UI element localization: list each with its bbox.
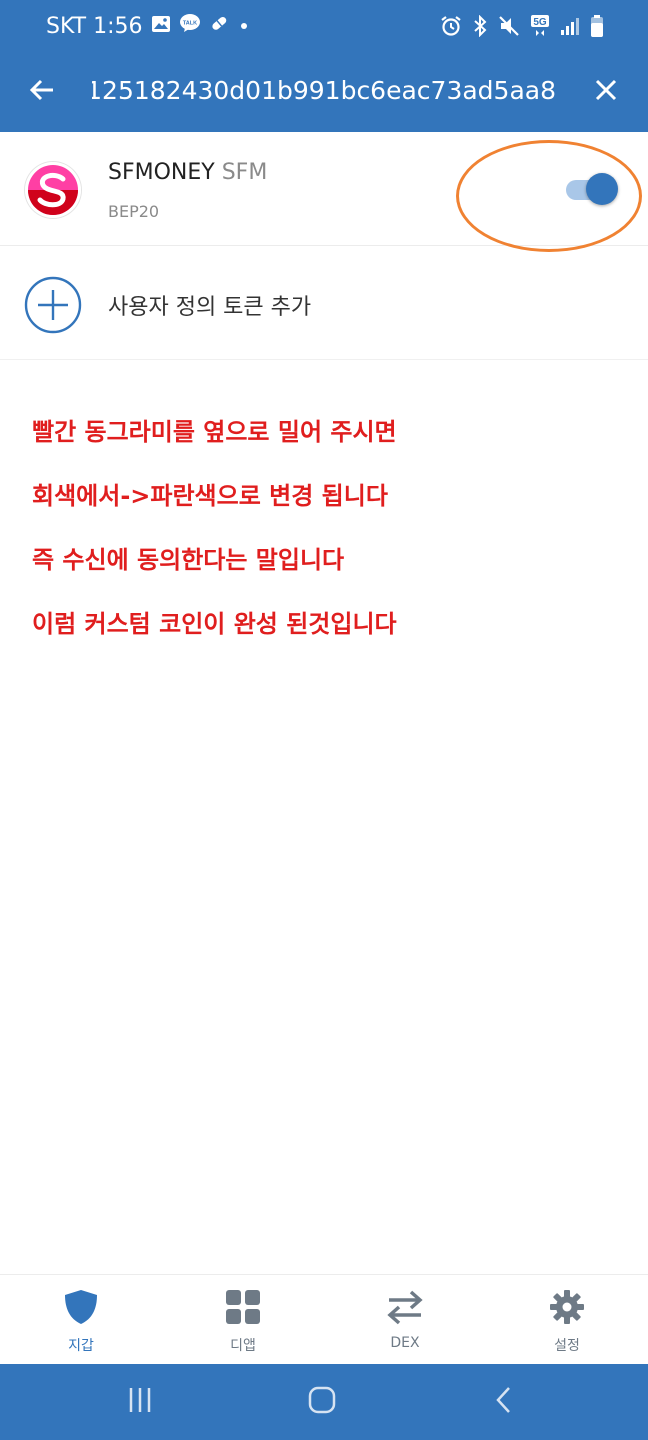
nav-dex[interactable]: DEX: [324, 1275, 486, 1365]
5g-text: 5G: [533, 17, 547, 28]
nav-dex-label: DEX: [390, 1335, 420, 1351]
annotation-line: 회색에서->파란색으로 변경 됩니다: [32, 482, 388, 510]
recents-button[interactable]: [120, 1384, 160, 1420]
shield-icon: [61, 1287, 101, 1327]
recents-icon: [126, 1385, 154, 1419]
token-name: SFMONEY: [108, 160, 215, 185]
arrow-left-icon: [28, 76, 56, 108]
nav-dapps[interactable]: 디앱: [162, 1275, 324, 1365]
nav-dapps-label: 디앱: [230, 1338, 256, 1354]
annotation-line: 이럼 커스텀 코인이 완성 된것입니다: [32, 610, 397, 638]
swap-icon: [385, 1287, 425, 1327]
kakaotalk-icon: TALK: [179, 13, 201, 39]
token-title: SFMONEY SFM: [108, 160, 267, 185]
token-network: BEP20: [108, 202, 160, 221]
token-logo: [25, 162, 81, 218]
back-icon: [494, 1385, 514, 1419]
annotation-line: 즉 수신에 동의한다는 말입니다: [32, 546, 345, 574]
5g-icon: 5G: [530, 14, 550, 42]
status-right: 5G: [440, 14, 604, 42]
home-icon: [307, 1385, 337, 1419]
plus-circle-icon: [24, 276, 82, 334]
battery-icon: [590, 14, 604, 42]
kakao-text: TALK: [182, 21, 196, 27]
system-back-button[interactable]: [484, 1384, 524, 1420]
system-nav-bar: [0, 1364, 648, 1440]
app-bar: 0x8d9e2b77d3fd2125182430d01b991bc6eac73a…: [0, 56, 648, 132]
status-bar: SKT 1:56 TALK 5G: [0, 0, 648, 56]
annotation-line: 빨간 동그라미를 옆으로 밀어 주시면: [32, 418, 397, 446]
nav-settings[interactable]: 설정: [486, 1275, 648, 1365]
add-custom-token-label: 사용자 정의 토큰 추가: [108, 295, 312, 320]
nav-wallet-label: 지갑: [68, 1338, 94, 1354]
pill-icon: [209, 13, 229, 39]
dot-icon: [237, 14, 251, 39]
bottom-nav: 지갑 디앱 DEX 설정: [0, 1274, 648, 1364]
status-left: SKT 1:56 TALK: [46, 13, 251, 39]
add-custom-token-row[interactable]: 사용자 정의 토큰 추가: [0, 246, 648, 360]
token-symbol: SFM: [221, 160, 268, 185]
signal-icon: [560, 16, 580, 40]
carrier-time: SKT 1:56: [46, 13, 143, 39]
close-button[interactable]: [584, 70, 628, 114]
token-row: SFMONEY SFM BEP20: [0, 132, 648, 246]
gear-icon: [547, 1287, 587, 1327]
bluetooth-icon: [472, 14, 488, 41]
nav-settings-label: 설정: [554, 1338, 580, 1354]
back-button[interactable]: [20, 70, 64, 114]
toggle-knob: [586, 173, 618, 205]
close-icon: [593, 77, 619, 107]
token-enable-toggle[interactable]: [564, 172, 620, 206]
home-button[interactable]: [302, 1384, 342, 1420]
grid-icon: [223, 1287, 263, 1327]
mute-icon: [498, 15, 520, 41]
alarm-icon: [440, 15, 462, 41]
contract-address-input[interactable]: 0x8d9e2b77d3fd2125182430d01b991bc6eac73a…: [92, 74, 556, 108]
gallery-icon: [151, 14, 171, 39]
nav-wallet[interactable]: 지갑: [0, 1275, 162, 1365]
